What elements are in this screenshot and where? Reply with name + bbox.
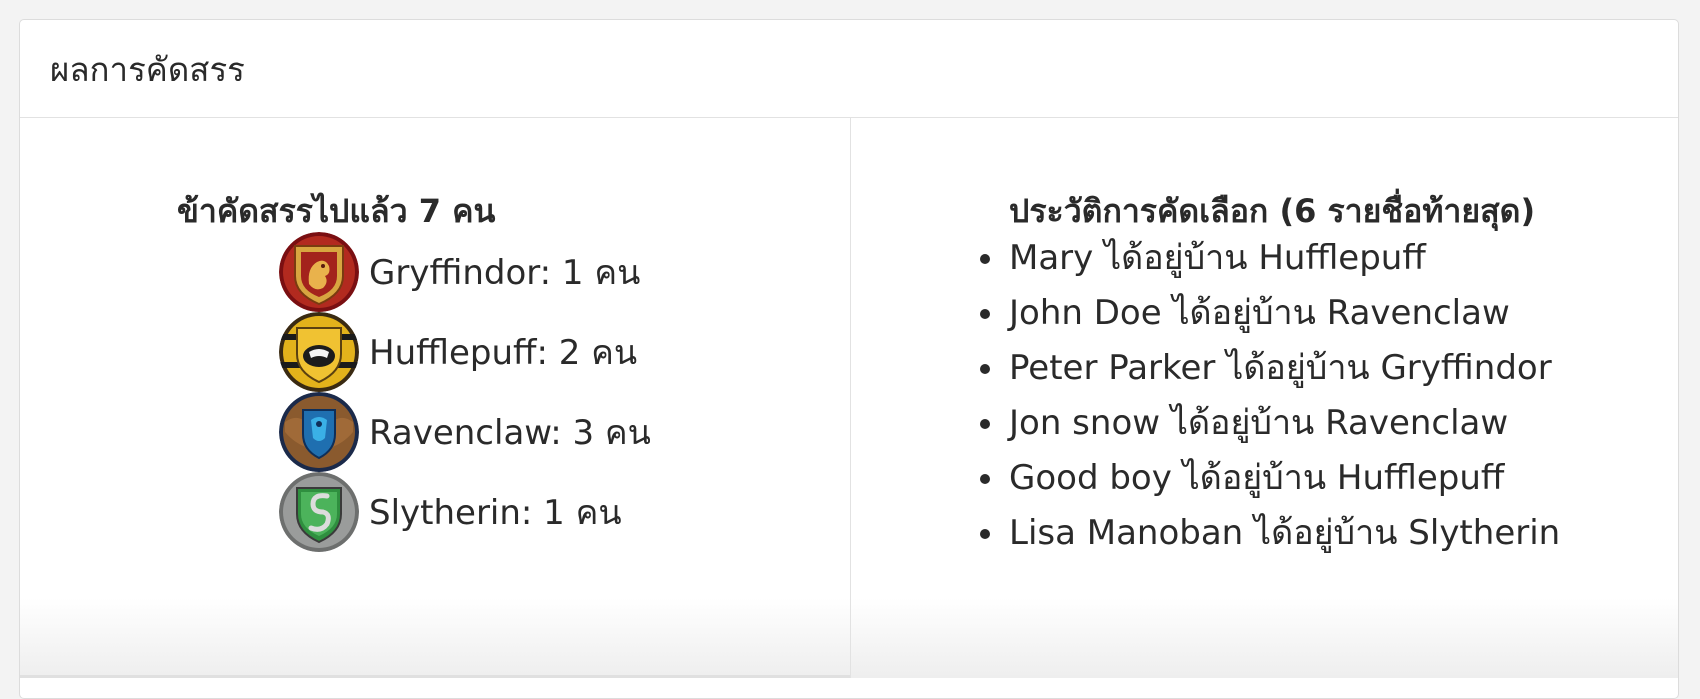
bullet-icon	[980, 309, 990, 319]
list-item: Good boy ได้อยู่บ้าน Hufflepuff	[980, 451, 1560, 506]
bullet-icon	[980, 529, 990, 539]
house-label: Slytherin: 1 คน	[369, 493, 622, 533]
house-label: Hufflepuff: 2 คน	[369, 333, 638, 373]
hufflepuff-crest-icon	[279, 312, 359, 392]
house-count-list: Gryffindor: 1 คน Hufflepuff: 2 คน Ravenc…	[279, 232, 651, 552]
summary-column: ข้าคัดสรรไปแล้ว 7 คน Gryffindor: 1 คน Hu…	[20, 118, 851, 678]
bullet-icon	[980, 254, 990, 264]
sorting-results-card: ผลการคัดสรร ข้าคัดสรรไปแล้ว 7 คน Gryffin…	[19, 19, 1679, 699]
history-entry: Lisa Manoban ได้อยู่บ้าน Slytherin	[1009, 513, 1561, 553]
list-item: Peter Parker ได้อยู่บ้าน Gryffindor	[980, 341, 1560, 396]
history-title: ประวัติการคัดเลือก (6 รายชื่อท้ายสุด)	[1009, 192, 1536, 230]
bullet-icon	[980, 419, 990, 429]
list-item: Jon snow ได้อยู่บ้าน Ravenclaw	[980, 396, 1560, 451]
column-bottom-shadow	[851, 598, 1678, 678]
summary-title: ข้าคัดสรรไปแล้ว 7 คน	[177, 192, 496, 230]
house-item-ravenclaw: Ravenclaw: 3 คน	[279, 392, 651, 472]
history-entry: John Doe ได้อยู่บ้าน Ravenclaw	[1009, 293, 1510, 333]
history-entry: Mary ได้อยู่บ้าน Hufflepuff	[1009, 238, 1426, 278]
card-title: ผลการคัดสรร	[50, 50, 245, 89]
history-entry: Good boy ได้อยู่บ้าน Hufflepuff	[1009, 458, 1505, 498]
history-list: Mary ได้อยู่บ้าน Hufflepuff John Doe ได้…	[980, 231, 1561, 561]
slytherin-crest-icon	[279, 472, 359, 552]
column-bottom-divider	[20, 675, 850, 678]
house-item-hufflepuff: Hufflepuff: 2 คน	[279, 312, 651, 392]
history-entry: Jon snow ได้อยู่บ้าน Ravenclaw	[1009, 403, 1509, 443]
list-item: John Doe ได้อยู่บ้าน Ravenclaw	[980, 286, 1560, 341]
house-label: Ravenclaw: 3 คน	[369, 413, 651, 453]
house-item-slytherin: Slytherin: 1 คน	[279, 472, 651, 552]
card-header: ผลการคัดสรร	[20, 20, 1678, 118]
list-item: Lisa Manoban ได้อยู่บ้าน Slytherin	[980, 506, 1561, 561]
card-body: ข้าคัดสรรไปแล้ว 7 คน Gryffindor: 1 คน Hu…	[20, 118, 1678, 678]
bullet-icon	[980, 364, 990, 374]
history-entry: Peter Parker ได้อยู่บ้าน Gryffindor	[1009, 348, 1552, 388]
bullet-icon	[980, 474, 990, 484]
house-label: Gryffindor: 1 คน	[369, 253, 641, 293]
gryffindor-crest-icon	[279, 232, 359, 312]
list-item: Mary ได้อยู่บ้าน Hufflepuff	[980, 231, 1560, 286]
column-bottom-shadow	[20, 598, 850, 678]
ravenclaw-crest-icon	[279, 392, 359, 472]
history-column: ประวัติการคัดเลือก (6 รายชื่อท้ายสุด) Ma…	[851, 118, 1678, 678]
house-item-gryffindor: Gryffindor: 1 คน	[279, 232, 651, 312]
